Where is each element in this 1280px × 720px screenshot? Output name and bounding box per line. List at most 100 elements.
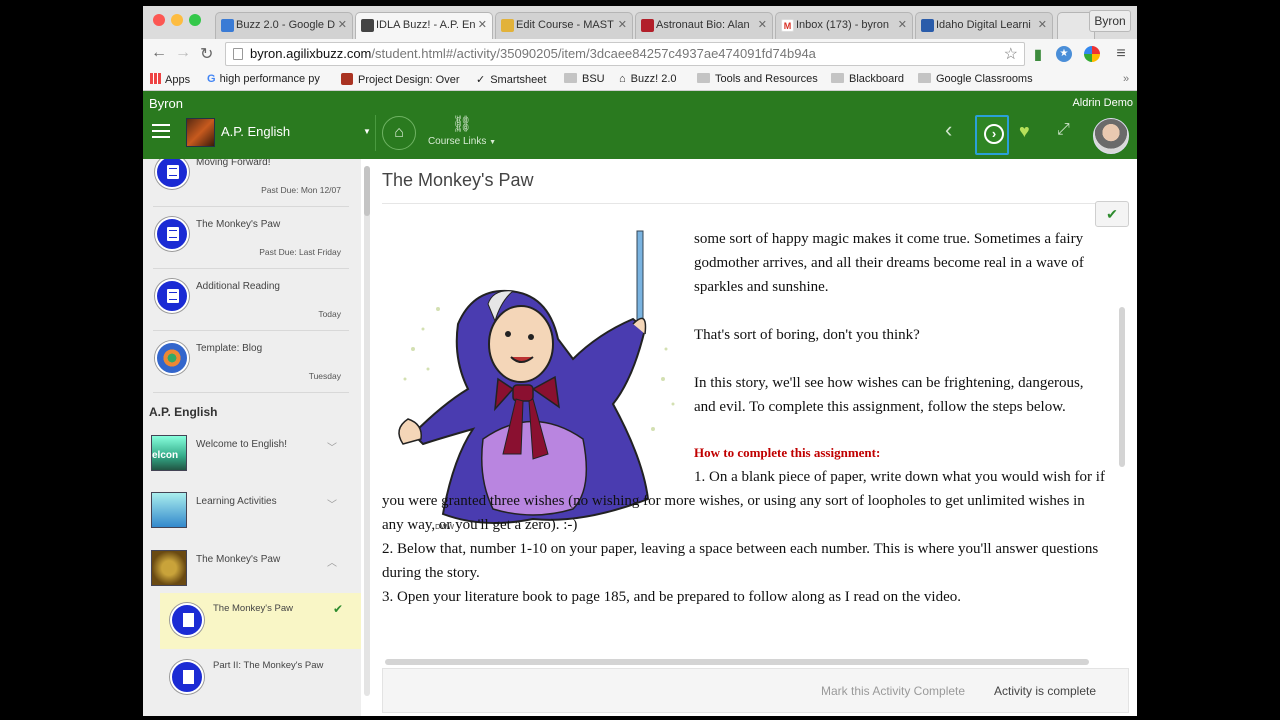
title-divider (382, 203, 1127, 204)
heart-icon[interactable]: ♥ (1019, 121, 1030, 142)
profile-button[interactable]: Byron (1089, 10, 1131, 32)
next-button[interactable]: › (975, 115, 1009, 155)
color-picker-extension-icon[interactable] (1084, 46, 1100, 62)
app-header: Byron Aldrin Demo A.P. English ▼ ⌂ ⛓ Cou… (143, 91, 1137, 159)
bookmark-item[interactable]: ✓ Smartsheet (476, 73, 546, 86)
activity-status: Activity is complete (994, 684, 1097, 698)
address-bar[interactable]: byron.agilixbuzz.com/student.html#/activ… (225, 42, 1025, 66)
tab-strip: Buzz 2.0 - Google D ✕ IDLA Buzz! - A.P. … (143, 6, 1137, 39)
chevron-down-icon[interactable]: ﹀ (327, 496, 337, 511)
page-info-icon[interactable] (233, 48, 243, 60)
check-mark-icon: ✓ (476, 74, 486, 86)
page-icon (170, 660, 204, 694)
minimize-window-button[interactable] (171, 14, 183, 26)
close-tab-icon[interactable]: ✕ (338, 18, 347, 31)
sub-item-active[interactable]: The Monkey's Paw ✔ (160, 593, 361, 649)
maximize-window-button[interactable] (189, 14, 201, 26)
story-content: some sort of happy magic makes it come t… (382, 227, 1107, 609)
expand-icon[interactable]: ⤢ (1057, 121, 1070, 139)
chevron-down-icon[interactable]: ﹀ (327, 439, 337, 454)
story-paragraph: In this story, we'll see how wishes can … (694, 375, 1084, 415)
home-icon[interactable]: ⌂ (382, 116, 416, 150)
bookmark-star-icon[interactable]: ☆ (1004, 44, 1018, 64)
story-paragraph: some sort of happy magic makes it come t… (694, 231, 1084, 295)
project-icon (341, 73, 353, 85)
page-favicon-icon (641, 19, 654, 32)
browser-tab[interactable]: Edit Course - MAST ✕ (495, 12, 633, 39)
unit-item[interactable]: Learning Activities ﹀ (149, 492, 349, 548)
instruction-step: 2. Below that, number 1-10 on your paper… (382, 541, 1099, 581)
close-tab-icon[interactable]: ✕ (758, 18, 767, 31)
extension-icon[interactable]: ▮ (1030, 46, 1046, 62)
browser-window: Buzz 2.0 - Google D ✕ IDLA Buzz! - A.P. … (143, 6, 1137, 716)
back-arrow-icon[interactable]: ← (151, 44, 167, 62)
bookmark-apps[interactable]: Apps (150, 73, 190, 86)
bookmark-item[interactable]: ⌂ Buzz! 2.0 (619, 73, 677, 85)
browser-tab[interactable]: Buzz 2.0 - Google D ✕ (215, 12, 353, 39)
bookmark-folder[interactable]: Tools and Resources (697, 73, 818, 85)
more-bookmarks-chevron-icon[interactable]: » (1123, 73, 1129, 85)
horizontal-scrollbar[interactable] (385, 659, 1089, 665)
reload-icon[interactable]: ↻ (200, 44, 213, 64)
previous-arrow-icon[interactable]: ‹ (945, 117, 952, 143)
bookmark-folder[interactable]: Blackboard (831, 73, 904, 85)
caret-down-icon[interactable]: ▼ (363, 127, 371, 136)
google-icon: G (207, 73, 216, 85)
document-icon (155, 279, 189, 313)
activity-footer: Mark this Activity Complete Activity is … (382, 668, 1129, 713)
bookmark-folder[interactable]: BSU (564, 73, 605, 85)
browser-tab-active[interactable]: IDLA Buzz! - A.P. En ✕ (355, 12, 493, 39)
unit-thumbnail (151, 550, 187, 586)
instruction-step: 3. Open your literature book to page 185… (382, 589, 961, 605)
close-tab-icon[interactable]: ✕ (618, 18, 627, 31)
demo-user-name[interactable]: Aldrin Demo (1072, 97, 1133, 109)
main-content: The Monkey's Paw ✔ DWW some sort of happ… (373, 159, 1137, 716)
document-icon (155, 159, 189, 189)
mark-complete-button[interactable]: Mark this Activity Complete (821, 684, 965, 698)
caret-down-icon: ▼ (489, 139, 497, 146)
browser-tab[interactable]: Astronaut Bio: Alan ✕ (635, 12, 773, 39)
menu-icon[interactable]: ≡ (1113, 46, 1129, 62)
browser-tab[interactable]: Idaho Digital Learni ✕ (915, 12, 1053, 39)
activity-item[interactable]: Template: Blog Tuesday (153, 333, 349, 393)
bookmark-folder[interactable]: Google Classrooms (918, 73, 1033, 85)
page-favicon-icon (921, 19, 934, 32)
course-links-button[interactable]: ⛓ Course Links ▼ (426, 114, 498, 147)
sub-item[interactable]: Part II: The Monkey's Paw (160, 650, 361, 706)
avatar[interactable] (1093, 118, 1129, 154)
unit-item[interactable]: elcon Welcome to English! ﹀ (149, 435, 349, 491)
buzz-favicon-icon (361, 19, 374, 32)
completed-check-icon: ✔ (332, 602, 343, 616)
blog-template-icon (155, 341, 189, 375)
story-paragraph: That's sort of boring, don't you think? (694, 327, 920, 343)
close-tab-icon[interactable]: ✕ (898, 18, 907, 31)
hamburger-menu-icon[interactable] (152, 124, 170, 138)
sidebar-scrollbar[interactable] (364, 166, 370, 696)
complete-check-button[interactable]: ✔ (1095, 201, 1129, 227)
gmail-favicon-icon: M (781, 19, 794, 32)
browser-tab[interactable]: M Inbox (173) - byron ✕ (775, 12, 913, 39)
folder-icon (831, 73, 844, 83)
activity-item[interactable]: Additional Reading Today (153, 271, 349, 331)
bookmark-item[interactable]: Project Design: Over (341, 73, 459, 86)
activity-item[interactable]: Moving Forward! Past Due: Mon 12/07 (153, 159, 349, 207)
close-tab-icon[interactable]: ✕ (478, 18, 487, 31)
course-selector[interactable]: A.P. English (221, 124, 290, 139)
activity-item[interactable]: The Monkey's Paw Past Due: Last Friday (153, 209, 349, 269)
page-title: The Monkey's Paw (382, 170, 534, 190)
extension-star-icon[interactable]: ★ (1056, 46, 1072, 62)
sidebar: Moving Forward! Past Due: Mon 12/07 The … (143, 159, 361, 716)
chain-link-icon: ⛓ (451, 116, 473, 133)
header-divider (375, 115, 376, 151)
content-scrollbar[interactable] (1119, 307, 1125, 467)
document-icon (155, 217, 189, 251)
forward-arrow-icon[interactable]: → (175, 44, 191, 62)
bookmark-item[interactable]: Ghigh performance py (207, 73, 320, 85)
folder-icon (697, 73, 710, 83)
close-tab-icon[interactable]: ✕ (1038, 18, 1047, 31)
folder-icon (918, 73, 931, 83)
chevron-up-icon[interactable]: ︿ (327, 554, 337, 569)
page-favicon-icon (501, 19, 514, 32)
close-window-button[interactable] (153, 14, 165, 26)
folder-icon (564, 73, 577, 83)
